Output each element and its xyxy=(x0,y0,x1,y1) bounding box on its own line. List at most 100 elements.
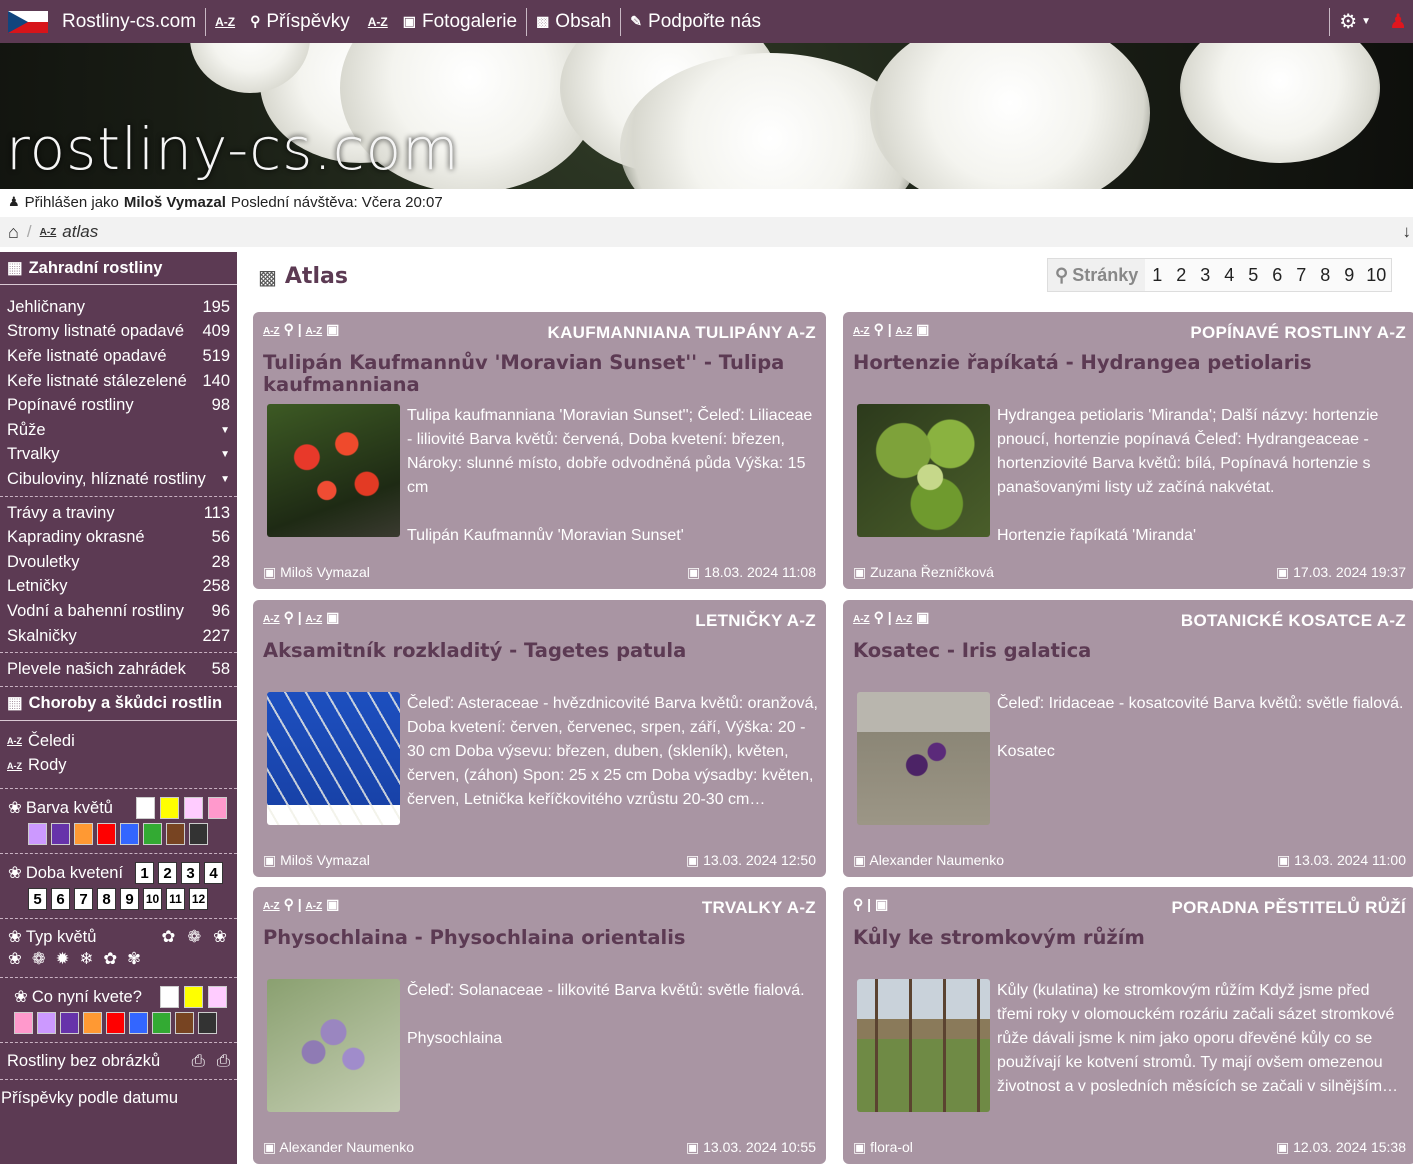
month-button[interactable]: 5 xyxy=(28,888,47,911)
page-link[interactable]: 6 xyxy=(1265,259,1289,291)
page-link[interactable]: 9 xyxy=(1337,259,1361,291)
color-swatch[interactable] xyxy=(160,986,179,1009)
color-swatch[interactable] xyxy=(184,797,203,820)
month-button[interactable]: 8 xyxy=(97,888,116,911)
page-link[interactable]: 2 xyxy=(1169,259,1193,291)
az-icon[interactable]: A-Z xyxy=(853,326,870,337)
username-link[interactable]: Miloš Vymazal xyxy=(124,194,226,211)
page-link[interactable]: 3 xyxy=(1193,259,1217,291)
flower-type-icon[interactable]: ❁ xyxy=(187,927,201,947)
page-link[interactable]: 4 xyxy=(1217,259,1241,291)
month-button[interactable]: 1 xyxy=(135,862,154,885)
card-image[interactable] xyxy=(857,692,990,825)
sidebar-item[interactable]: Popínavé rostliny 98 xyxy=(0,393,237,418)
color-swatch[interactable] xyxy=(129,1012,148,1035)
sidebar-item[interactable]: Jehličnany 195 xyxy=(0,295,237,320)
color-swatch[interactable] xyxy=(97,823,116,846)
color-swatch[interactable] xyxy=(28,823,47,846)
page-link[interactable]: 7 xyxy=(1289,259,1313,291)
sidebar-item[interactable]: Cibuloviny, hlíznaté rostliny ▼ xyxy=(0,467,237,492)
flower-type-icon[interactable]: ✹ xyxy=(56,949,70,969)
az-icon[interactable]: A-Z xyxy=(306,614,323,625)
search-icon[interactable]: ⚲ xyxy=(284,609,294,625)
sidebar-item[interactable]: Trávy a traviny 113 xyxy=(0,501,237,526)
card-title[interactable]: Aksamitník rozkladitý - Tagetes patula xyxy=(263,640,816,662)
color-swatch[interactable] xyxy=(189,823,208,846)
sidebar-item[interactable]: Keře listnaté stálezelené 140 xyxy=(0,369,237,394)
nav-atlas-az[interactable]: A-Z xyxy=(206,0,250,43)
sidebar-item-posts-by-date[interactable]: Příspěvky podle datumu xyxy=(0,1084,237,1112)
sidebar-item-celedi[interactable]: A-Z Čeledi xyxy=(0,729,237,754)
card-image[interactable] xyxy=(267,692,400,825)
month-button[interactable]: 7 xyxy=(74,888,93,911)
color-swatch[interactable] xyxy=(51,823,70,846)
card-title[interactable]: Kosatec - Iris galatica xyxy=(853,640,1406,662)
az-icon[interactable]: A-Z xyxy=(306,901,323,912)
color-swatch[interactable] xyxy=(60,1012,79,1035)
card-author[interactable]: ▣ Alexander Naumenko xyxy=(853,852,1004,869)
az-icon[interactable]: A-Z xyxy=(263,614,280,625)
color-swatch[interactable] xyxy=(198,1012,217,1035)
page-link[interactable]: 8 xyxy=(1313,259,1337,291)
az-icon[interactable]: A-Z xyxy=(896,326,913,337)
site-home-link[interactable]: Rostliny-cs.com xyxy=(0,0,205,43)
card-category[interactable]: BOTANICKÉ KOSATCE A-Z xyxy=(1181,611,1406,631)
camera-icon[interactable]: ▣ xyxy=(326,896,339,912)
card-category[interactable]: PORADNA PĚSTITELŮ RŮŽÍ xyxy=(1171,898,1406,918)
article-card[interactable]: A-Z ⚲ | A-Z ▣ KAUFMANNIANA TULIPÁNY A-Z Tu… xyxy=(253,312,826,589)
sidebar-item[interactable]: Růže ▼ xyxy=(0,418,237,443)
month-button[interactable]: 10 xyxy=(143,888,162,911)
nav-fotogalerie[interactable]: ▣ Fotogalerie xyxy=(403,0,526,43)
search-icon[interactable]: ⚲ xyxy=(874,609,884,625)
color-swatch[interactable] xyxy=(14,1012,33,1035)
settings-menu[interactable]: ⚙ ▼ xyxy=(1330,0,1380,43)
nav-podporte[interactable]: ✎ Podpořte nás xyxy=(621,0,770,43)
card-category[interactable]: TRVALKY A-Z xyxy=(702,898,816,918)
sidebar-item[interactable]: Stromy listnaté opadavé 409 xyxy=(0,320,237,345)
color-swatch[interactable] xyxy=(120,823,139,846)
article-card[interactable]: A-Z ⚲ | A-Z ▣ POPÍNAVÉ ROSTLINY A-Z Horten… xyxy=(843,312,1413,589)
month-button[interactable]: 6 xyxy=(51,888,70,911)
card-title[interactable]: Physochlaina - Physochlaina orientalis xyxy=(263,927,816,949)
print-icon[interactable]: ⎙ xyxy=(192,1052,205,1070)
print-icon[interactable]: ⎙ xyxy=(217,1052,230,1070)
color-swatch[interactable] xyxy=(160,797,179,820)
camera-icon[interactable]: ▣ xyxy=(916,321,929,337)
flower-type-icon[interactable]: ✿ xyxy=(162,927,176,947)
article-card[interactable]: ⚲ | ▣ PORADNA PĚSTITELŮ RŮŽÍ Kůly ke strom… xyxy=(843,887,1413,1164)
sidebar-item[interactable]: Kapradiny okrasné 56 xyxy=(0,525,237,550)
sidebar-head-garden-plants[interactable]: ▦ Zahradní rostliny xyxy=(0,252,237,285)
article-card[interactable]: A-Z ⚲ | A-Z ▣ TRVALKY A-Z Physochlaina - P… xyxy=(253,887,826,1164)
sidebar-item[interactable]: Skalničky 227 xyxy=(0,624,237,649)
nav-obsah[interactable]: ▩ Obsah xyxy=(527,0,620,43)
color-swatch[interactable] xyxy=(74,823,93,846)
sidebar-item[interactable]: Dvouletky 28 xyxy=(0,550,237,575)
color-swatch[interactable] xyxy=(152,1012,171,1035)
flower-type-icon[interactable]: ❀ xyxy=(213,927,227,947)
card-title[interactable]: Tulipán Kaufmannův 'Moravian Sunset'' - … xyxy=(263,352,816,396)
month-button[interactable]: 9 xyxy=(120,888,139,911)
flower-type-icon[interactable]: ❄ xyxy=(79,949,93,969)
card-author[interactable]: ▣ Miloš Vymazal xyxy=(263,564,370,581)
card-title[interactable]: Hortenzie řapíkatá - Hydrangea petiolari… xyxy=(853,352,1406,374)
sidebar-item-rody[interactable]: A-Z Rody xyxy=(0,754,237,779)
month-button[interactable]: 12 xyxy=(189,888,208,911)
flower-type-icon[interactable]: ❁ xyxy=(32,949,46,969)
month-button[interactable]: 4 xyxy=(204,862,223,885)
card-author[interactable]: ▣ Zuzana Řezníčková xyxy=(853,564,994,581)
card-image[interactable] xyxy=(857,979,990,1112)
az-icon[interactable]: A-Z xyxy=(263,326,280,337)
nav-prispevky[interactable]: ⚲ Příspěvky xyxy=(250,0,359,43)
nav-az-2[interactable]: A-Z xyxy=(359,0,403,43)
card-category[interactable]: POPÍNAVÉ ROSTLINY A-Z xyxy=(1190,323,1406,343)
color-swatch[interactable] xyxy=(83,1012,102,1035)
color-swatch[interactable] xyxy=(184,986,203,1009)
card-author[interactable]: ▣ flora-ol xyxy=(853,1139,913,1156)
card-image[interactable] xyxy=(267,404,400,537)
page-link[interactable]: 5 xyxy=(1241,259,1265,291)
az-icon[interactable]: A-Z xyxy=(896,614,913,625)
article-card[interactable]: A-Z ⚲ | A-Z ▣ BOTANICKÉ KOSATCE A-Z Kosate… xyxy=(843,600,1413,877)
sidebar-item[interactable]: Trvalky ▼ xyxy=(0,443,237,468)
month-button[interactable]: 2 xyxy=(158,862,177,885)
search-icon[interactable]: ⚲ xyxy=(874,321,884,337)
